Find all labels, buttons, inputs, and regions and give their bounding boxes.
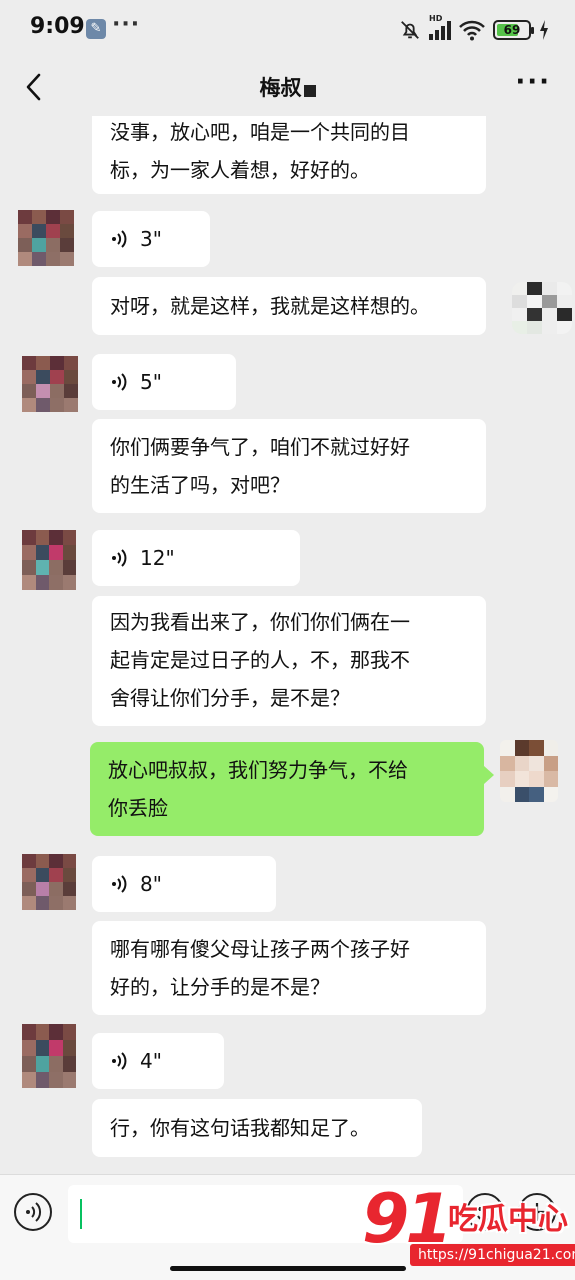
message-bubble[interactable]: 你们俩要争气了，咱们不就过好好 的生活了吗，对吧？ <box>92 419 486 513</box>
chat-title-text: 梅叔 <box>259 76 302 100</box>
message-line: 行，你有这句话我都知足了。 <box>110 1116 370 1140</box>
title-redaction <box>303 85 316 97</box>
voice-message[interactable]: 4" <box>92 1033 224 1089</box>
battery-level: 69 <box>503 23 521 37</box>
voice-duration: 4" <box>140 1049 162 1073</box>
voice-wave-icon <box>112 549 127 567</box>
contact-avatar[interactable] <box>22 356 78 412</box>
message-line: 因为我看出来了，你们你们俩在一 <box>110 610 410 634</box>
message-line: 你们俩要争气了，咱们不就过好好 <box>110 435 410 459</box>
voice-duration: 8" <box>140 872 162 896</box>
watermark: 91 吃瓜中心 https://91chigua21.com <box>362 1180 575 1272</box>
message-line: 没事，放心吧，咱是一个共同的目 <box>110 120 410 144</box>
voice-duration: 12" <box>140 546 175 570</box>
battery-icon: 69 <box>493 20 534 40</box>
voice-duration: 3" <box>140 227 162 251</box>
message-line: 标，为一家人着想，好好的。 <box>110 158 370 182</box>
contact-avatar[interactable] <box>18 210 74 266</box>
voice-message[interactable]: 5" <box>92 354 236 410</box>
message-line: 对呀，就是这样，我就是这样想的。 <box>110 294 430 318</box>
my-avatar-partial <box>512 282 572 334</box>
wifi-icon <box>459 20 485 41</box>
bubble-tail <box>484 766 494 784</box>
message-line: 的生活了吗，对吧？ <box>110 473 290 497</box>
charging-icon <box>540 20 548 40</box>
nav-bar: 梅叔 ··· <box>0 58 575 116</box>
message-bubble[interactable]: 没事，放心吧，咱是一个共同的目 标，为一家人着想，好好的。 <box>92 116 486 194</box>
voice-message[interactable]: 12" <box>92 530 300 586</box>
message-line: 舍得让你们分手，是不是？ <box>110 686 350 710</box>
contact-avatar[interactable] <box>22 530 76 590</box>
watermark-url: https://91chigua21.com <box>410 1244 575 1266</box>
message-line: 好的，让分手的是不是？ <box>110 975 330 999</box>
message-line: 放心吧叔叔，我们努力争气，不给 <box>108 758 408 782</box>
home-indicator[interactable] <box>170 1266 406 1271</box>
voice-message[interactable]: 8" <box>92 856 276 912</box>
text-cursor <box>80 1199 82 1229</box>
voice-wave-icon <box>112 875 127 893</box>
message-bubble[interactable]: 对呀，就是这样，我就是这样想的。 <box>92 277 486 335</box>
status-more-indicator: ··· <box>112 12 141 37</box>
message-line: 你丢脸 <box>108 796 168 820</box>
mute-bell-icon <box>401 21 419 39</box>
contact-avatar[interactable] <box>22 1024 76 1088</box>
status-icons: HD 69 <box>399 14 549 42</box>
chat-area[interactable]: 没事，放心吧，咱是一个共同的目 标，为一家人着想，好好的。 3" 对呀，就是这样… <box>0 116 575 1174</box>
voice-wave-icon <box>112 1052 127 1070</box>
voice-wave-icon <box>112 373 127 391</box>
message-line: 哪有哪有傻父母让孩子两个孩子好 <box>110 937 410 961</box>
watermark-text: 吃瓜中心 <box>448 1202 568 1237</box>
contact-avatar[interactable] <box>22 854 76 910</box>
voice-duration: 5" <box>140 370 162 394</box>
wrench-icon: ✎ <box>86 19 106 39</box>
more-icon[interactable]: ··· <box>515 69 551 95</box>
my-avatar[interactable] <box>500 740 558 802</box>
message-bubble[interactable]: 行，你有这句话我都知足了。 <box>92 1099 422 1157</box>
message-bubble[interactable]: 因为我看出来了，你们你们俩在一 起肯定是过日子的人，不，那我不 舍得让你们分手，… <box>92 596 486 726</box>
my-message-bubble[interactable]: 放心吧叔叔，我们努力争气，不给 你丢脸 <box>90 742 484 836</box>
signal-icon: HD <box>429 14 451 40</box>
voice-message[interactable]: 3" <box>92 211 210 267</box>
status-time: 9:09 <box>30 14 85 39</box>
message-line: 起肯定是过日子的人，不，那我不 <box>110 648 410 672</box>
chat-title: 梅叔 <box>0 72 575 102</box>
message-bubble[interactable]: 哪有哪有傻父母让孩子两个孩子好 好的，让分手的是不是？ <box>92 921 486 1015</box>
status-bar: 9:09 ✎ ··· HD 69 <box>0 0 575 58</box>
voice-input-icon[interactable] <box>14 1193 52 1231</box>
voice-wave-icon <box>112 230 127 248</box>
